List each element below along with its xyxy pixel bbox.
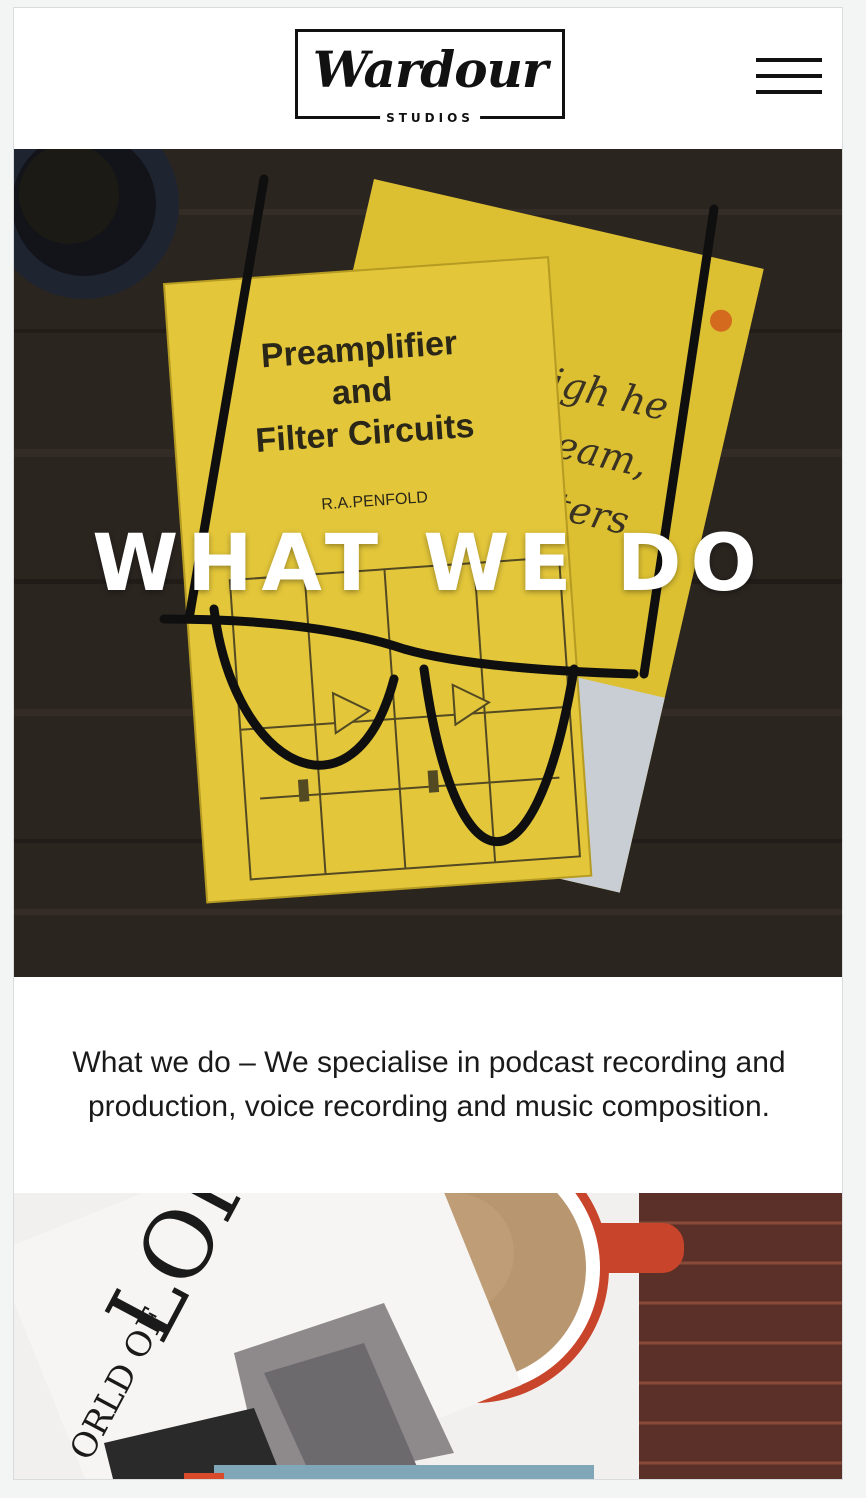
intro-section: What we do – We specialise in podcast re… bbox=[14, 977, 842, 1193]
hero-title: WHAT WE DO bbox=[92, 519, 766, 609]
coffee-books-photo: LORS ORLD OF bbox=[14, 1193, 842, 1479]
secondary-photo: LORS ORLD OF bbox=[14, 1193, 842, 1479]
logo-subtitle: STUDIOS bbox=[380, 111, 480, 125]
mobile-viewport: Wardour STUDIOS e High he of Beam, Pream… bbox=[13, 7, 843, 1480]
menu-bar-middle bbox=[756, 74, 822, 78]
intro-text: What we do – We specialise in podcast re… bbox=[72, 1046, 786, 1123]
menu-bar-top bbox=[756, 58, 822, 62]
hero-banner: e High he of Beam, rpenters on Preamplif… bbox=[14, 149, 842, 977]
site-logo[interactable]: Wardour STUDIOS bbox=[295, 29, 565, 125]
menu-bar-bottom bbox=[756, 90, 822, 94]
front-book-title-2: and bbox=[330, 370, 393, 412]
site-header: Wardour STUDIOS bbox=[14, 8, 842, 149]
logo-wordmark: Wardour bbox=[312, 40, 549, 99]
hamburger-menu-icon[interactable] bbox=[756, 58, 822, 98]
